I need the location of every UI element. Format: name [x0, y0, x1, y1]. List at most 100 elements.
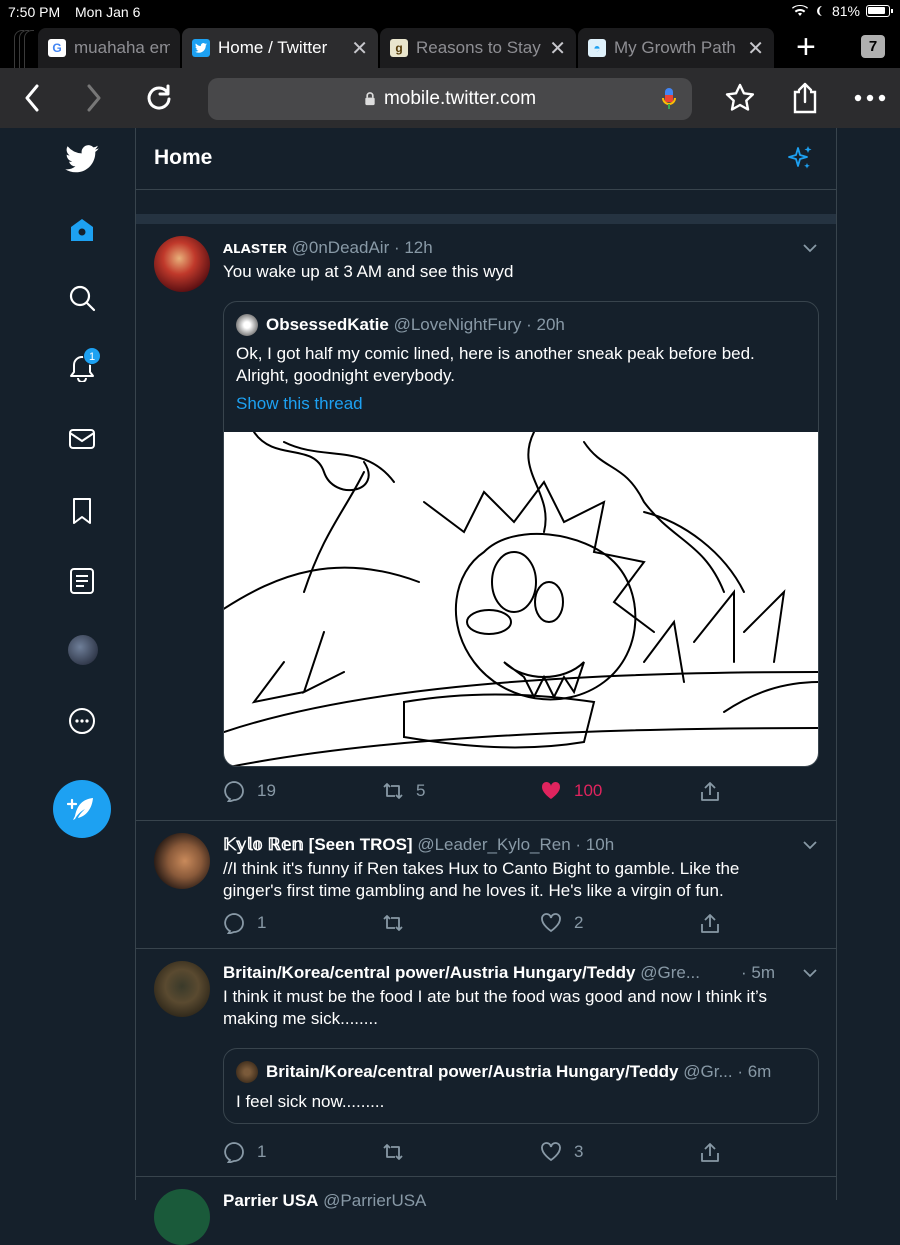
avatar[interactable] [154, 1189, 210, 1245]
reply-icon [224, 781, 244, 802]
tab-my-growth-path[interactable]: ◓ My Growth Path ✕ [578, 28, 774, 68]
share-tweet-button[interactable] [699, 780, 721, 802]
twitter-logo-icon[interactable] [64, 141, 100, 177]
avatar[interactable] [154, 236, 210, 292]
tweet-author-handle: @Leader_Kylo_Ren [417, 835, 571, 854]
close-tab-icon[interactable]: ✕ [351, 36, 368, 61]
share-tweet-button[interactable] [699, 1141, 721, 1163]
retweet-button[interactable] [382, 1141, 416, 1163]
show-thread-link[interactable]: Show this thread [236, 394, 363, 414]
tweet-text: I think it must be the food I ate but th… [223, 987, 768, 1028]
line-art-drawing [224, 431, 818, 766]
messages-icon[interactable] [64, 421, 100, 457]
lists-icon[interactable] [64, 563, 100, 599]
heart-filled-icon [541, 781, 561, 799]
forward-icon[interactable] [76, 80, 112, 116]
close-tab-icon[interactable]: ✕ [747, 36, 764, 61]
tweet-author-name[interactable]: 𝕂𝕪𝕝𝕠 ℝ𝕖𝕟 [Seen TROS] [223, 835, 413, 854]
tab-muahaha-emo[interactable]: G muahaha emo [38, 28, 180, 68]
reply-button[interactable]: 1 [223, 912, 266, 934]
share-tweet-button[interactable] [699, 912, 721, 934]
retweet-button[interactable] [382, 912, 416, 934]
retweet-button[interactable]: 5 [382, 780, 425, 802]
tab-label: My Growth Path [614, 38, 736, 57]
quote-author-name: Britain/Korea/central power/Austria Hung… [266, 1062, 679, 1081]
tweet-time[interactable]: · 12h [394, 238, 433, 257]
close-tab-icon[interactable]: ✕ [549, 36, 566, 61]
like-count: 2 [574, 913, 584, 932]
quote-avatar [236, 314, 258, 336]
section-divider [136, 214, 836, 224]
search-icon[interactable] [64, 280, 100, 316]
share-icon[interactable] [787, 80, 823, 116]
chevron-down-icon[interactable] [802, 965, 818, 981]
tweet-author-name[interactable]: ᴀʟᴀsᴛᴇʀ [223, 238, 287, 257]
tab-count-button[interactable]: 7 [861, 35, 885, 58]
sketch-image[interactable] [224, 431, 818, 766]
like-count: 3 [574, 1142, 584, 1161]
reload-icon[interactable] [141, 80, 177, 116]
bookmark-star-icon[interactable] [722, 80, 758, 116]
tweet-time[interactable]: · 5m [741, 963, 775, 982]
feather-icon [67, 798, 93, 820]
tweet-author-name[interactable]: Parrier USA [223, 1191, 318, 1210]
tweet-actions: 1 3 [223, 1141, 723, 1167]
reply-button[interactable]: 1 [223, 1141, 266, 1163]
quote-header: Britain/Korea/central power/Austria Hung… [236, 1061, 806, 1083]
address-bar[interactable]: mobile.twitter.com [208, 78, 692, 120]
profile-avatar[interactable] [68, 635, 98, 665]
tweet[interactable]: Parrier USA @ParrierUSA [136, 1177, 836, 1245]
tweet[interactable]: ᴀʟᴀsᴛᴇʀ @0nDeadAir · 12h You wake up at … [136, 224, 836, 821]
share-icon [701, 914, 719, 933]
heart-icon [541, 913, 561, 933]
moon-icon [816, 6, 822, 16]
reply-button[interactable]: 19 [223, 780, 276, 802]
retweet-icon [383, 1144, 403, 1160]
more-icon[interactable] [852, 80, 888, 116]
battery-icon [866, 5, 893, 17]
tab-reasons-to-stay[interactable]: g Reasons to Stay ✕ [380, 28, 576, 68]
share-icon [701, 1143, 719, 1162]
retweet-count: 5 [416, 781, 426, 800]
like-button[interactable]: 2 [540, 912, 583, 934]
tab-bar: G muahaha emo Home / Twitter ✕ g Reasons… [0, 24, 900, 68]
quote-text: I feel sick now......... [236, 1092, 385, 1111]
avatar[interactable] [154, 833, 210, 889]
tweet-time[interactable]: · 10h [575, 835, 614, 854]
tweet-header: Britain/Korea/central power/Austria Hung… [223, 963, 763, 983]
home-icon[interactable] [64, 212, 100, 248]
lock-icon [365, 92, 375, 106]
tab-label: Home / Twitter [218, 38, 328, 57]
tweet[interactable]: Britain/Korea/central power/Austria Hung… [136, 949, 836, 1177]
quote-time: · 6m [737, 1062, 772, 1081]
sparkle-icon[interactable] [786, 144, 814, 172]
sidebar: 1 [0, 128, 135, 1200]
tweet-text: You wake up at 3 AM and see this wyd [223, 262, 514, 281]
tweet-author-handle: @0nDeadAir [291, 238, 390, 257]
tweet-author-handle: @ParrierUSA [323, 1191, 427, 1210]
avatar[interactable] [154, 961, 210, 1017]
quote-author-handle: @LoveNightFury [393, 315, 522, 334]
tweet-author-name[interactable]: Britain/Korea/central power/Austria Hung… [223, 963, 636, 982]
like-button[interactable]: 3 [540, 1141, 583, 1163]
new-tab-icon[interactable]: + [796, 30, 816, 64]
quote-author-handle: @Gr... [683, 1062, 733, 1081]
tweet[interactable]: 𝕂𝕪𝕝𝕠 ℝ𝕖𝕟 [Seen TROS] @Leader_Kylo_Ren · … [136, 821, 836, 949]
reply-icon [224, 913, 244, 934]
microphone-icon[interactable] [662, 88, 676, 110]
quoted-tweet[interactable]: Britain/Korea/central power/Austria Hung… [223, 1048, 819, 1124]
timeline: Home ᴀʟᴀsᴛᴇʀ @0nDeadAir · 12h You wake u… [135, 128, 837, 1245]
status-time: 7:50 PM [8, 4, 61, 20]
chevron-down-icon[interactable] [802, 240, 818, 256]
more-options-icon[interactable] [64, 703, 100, 739]
like-button[interactable]: 100 [540, 780, 602, 802]
chevron-down-icon[interactable] [802, 837, 818, 853]
share-icon [701, 782, 719, 801]
back-icon[interactable] [14, 80, 50, 116]
tab-label: muahaha emo [74, 38, 170, 57]
tab-stack-icon[interactable] [14, 30, 38, 68]
bookmarks-icon[interactable] [64, 493, 100, 529]
quoted-tweet[interactable]: ObsessedKatie @LoveNightFury · 20h Ok, I… [223, 301, 819, 767]
compose-tweet-button[interactable] [53, 780, 111, 838]
tab-home-twitter[interactable]: Home / Twitter ✕ [182, 28, 378, 68]
